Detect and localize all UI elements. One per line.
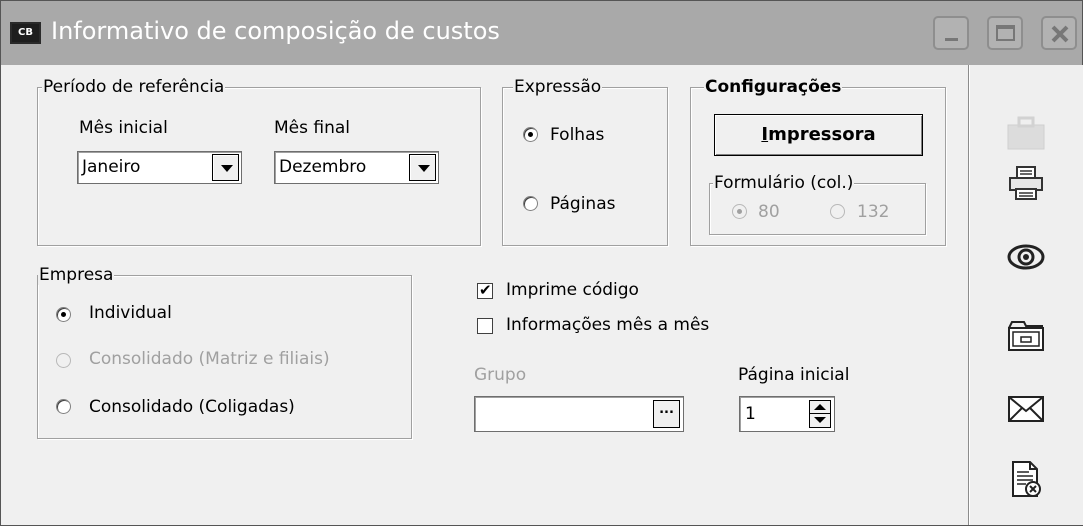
- minimize-button[interactable]: [933, 16, 969, 50]
- arrow-down-icon[interactable]: [814, 417, 826, 423]
- grupo-label: Grupo: [474, 365, 527, 385]
- periodo-legend: Período de referência: [42, 77, 226, 97]
- envelope-icon[interactable]: [1004, 389, 1048, 429]
- mes-final-select[interactable]: Dezembro: [274, 151, 439, 184]
- pagina-inicial-spinner[interactable]: 1: [739, 396, 835, 432]
- mes-inicial-dropdown-button[interactable]: [212, 154, 239, 181]
- checkmark-icon: ✔: [479, 281, 492, 299]
- impressora-button[interactable]: Impressora: [714, 114, 923, 156]
- consolidado-coligadas-label[interactable]: Consolidado (Coligadas): [89, 397, 295, 417]
- consolidado-matriz-radio[interactable]: [56, 353, 71, 368]
- individual-radio[interactable]: [56, 307, 71, 322]
- title-bar[interactable]: CB Informativo de composição de custos: [1, 1, 1082, 65]
- app-icon[interactable]: CB: [10, 22, 41, 44]
- grupo-input[interactable]: ...: [474, 396, 684, 432]
- impressora-label: mpressora: [768, 124, 876, 145]
- grupo-browse-button[interactable]: ...: [653, 400, 680, 428]
- expressao-group: Expressão: [502, 77, 668, 246]
- expressao-legend: Expressão: [513, 77, 603, 97]
- arrow-up-icon[interactable]: [814, 404, 826, 410]
- formulario-legend: Formulário (col.): [713, 173, 855, 193]
- close-button[interactable]: [1041, 16, 1077, 50]
- window-title: Informativo de composição de custos: [51, 17, 500, 45]
- eye-icon[interactable]: [1004, 237, 1048, 277]
- printer-icon[interactable]: [1004, 163, 1048, 203]
- chevron-down-icon: [221, 165, 233, 172]
- individual-label[interactable]: Individual: [89, 303, 172, 323]
- document-cancel-icon[interactable]: [1004, 459, 1048, 499]
- imprime-codigo-checkbox[interactable]: ✔: [477, 281, 493, 299]
- formulario-80-radio[interactable]: [732, 204, 747, 219]
- maximize-icon: [996, 25, 1015, 41]
- pagina-inicial-label: Página inicial: [738, 365, 850, 385]
- formulario-132-radio[interactable]: [830, 204, 845, 219]
- spin-divider: [810, 413, 830, 414]
- app-icon-text: CB: [12, 24, 39, 42]
- paginas-radio[interactable]: [523, 196, 538, 211]
- informacoes-mes-label[interactable]: Informações mês a mês: [506, 315, 709, 335]
- consolidado-matriz-label[interactable]: Consolidado (Matriz e filiais): [89, 349, 330, 369]
- paginas-label[interactable]: Páginas: [550, 194, 615, 214]
- folhas-radio[interactable]: [523, 127, 538, 142]
- imprime-codigo-label[interactable]: Imprime código: [506, 280, 639, 300]
- minimize-icon: [945, 38, 958, 41]
- mes-inicial-select[interactable]: Janeiro: [77, 151, 242, 184]
- close-icon: [1051, 25, 1069, 43]
- mes-inicial-label: Mês inicial: [79, 118, 168, 138]
- mes-inicial-value: Janeiro: [82, 157, 141, 177]
- mes-final-label: Mês final: [274, 118, 351, 138]
- empresa-legend: Empresa: [38, 265, 115, 285]
- mes-final-value: Dezembro: [279, 157, 367, 177]
- spin-buttons[interactable]: [809, 400, 831, 428]
- mes-final-dropdown-button[interactable]: [409, 154, 436, 181]
- briefcase-icon[interactable]: [1004, 113, 1048, 153]
- pagina-inicial-value[interactable]: 1: [745, 404, 756, 424]
- informacoes-mes-checkbox[interactable]: [477, 318, 493, 334]
- consolidado-coligadas-radio[interactable]: [56, 399, 71, 414]
- chevron-down-icon: [418, 165, 430, 172]
- folhas-label[interactable]: Folhas: [550, 125, 604, 145]
- maximize-button[interactable]: [987, 16, 1023, 50]
- formulario-132-label[interactable]: 132: [857, 202, 889, 222]
- configuracoes-legend: Configurações: [704, 77, 843, 97]
- dialog-window: CB Informativo de composição de custos P…: [0, 0, 1083, 526]
- formulario-80-label[interactable]: 80: [758, 202, 780, 222]
- folder-icon[interactable]: [1004, 315, 1048, 355]
